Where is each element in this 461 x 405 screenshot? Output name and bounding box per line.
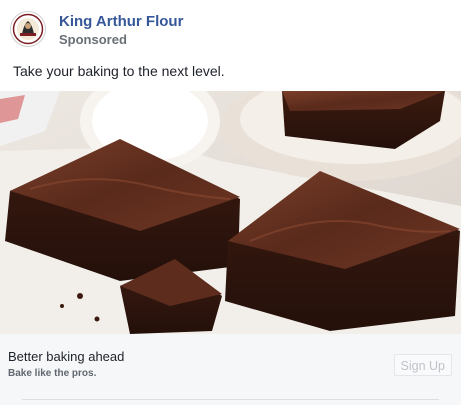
king-arthur-logo-icon[interactable] — [10, 11, 46, 47]
link-card[interactable]: Better baking ahead Bake like the pros. … — [0, 334, 461, 405]
sign-up-button[interactable]: Sign Up — [393, 354, 452, 376]
sponsored-label[interactable]: Sponsored — [59, 32, 127, 47]
page-name-link[interactable]: King Arthur Flour — [59, 13, 183, 30]
sponsored-post: King Arthur Flour Sponsored Take your ba… — [0, 0, 461, 405]
brownies-photo[interactable] — [0, 91, 461, 334]
link-description: Bake like the pros. — [8, 368, 97, 379]
link-headline[interactable]: Better baking ahead — [8, 349, 124, 364]
divider — [22, 399, 439, 400]
post-text: Take your baking to the next level. — [13, 63, 225, 79]
